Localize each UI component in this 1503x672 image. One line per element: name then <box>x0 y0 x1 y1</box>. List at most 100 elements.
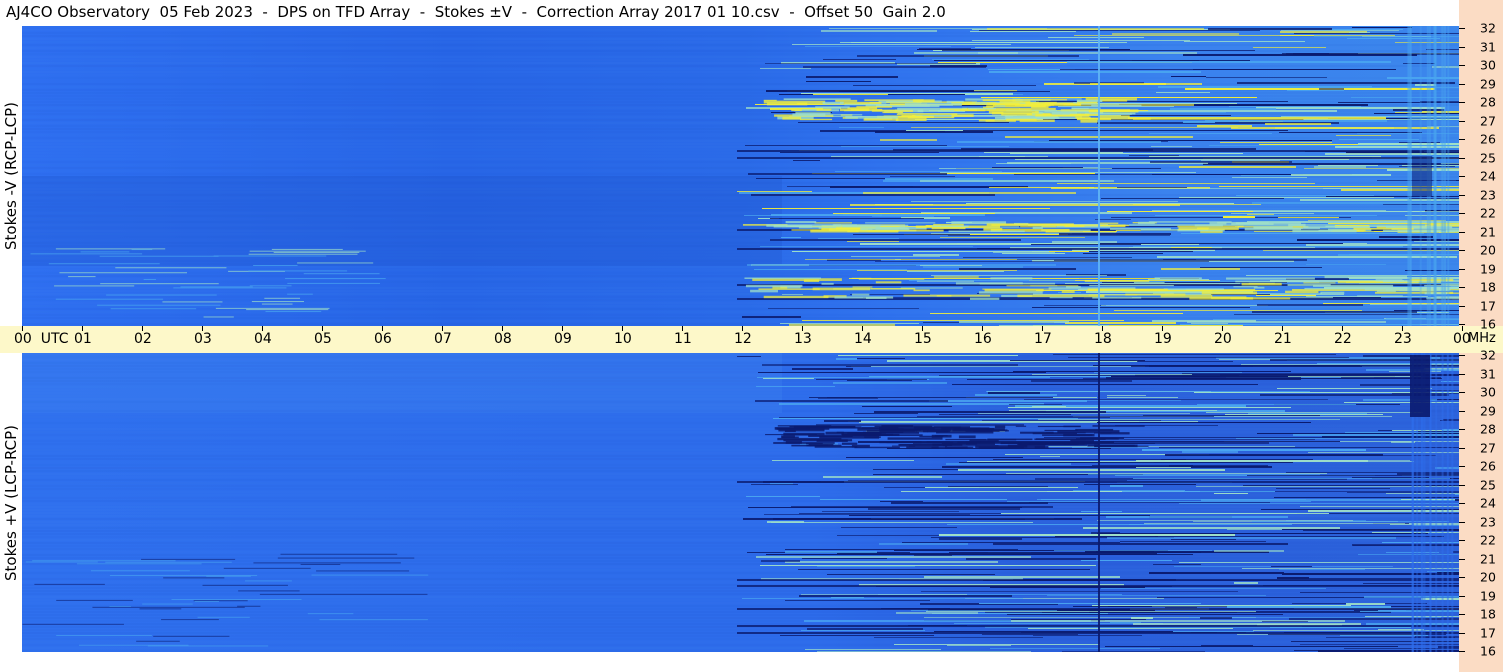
freq-tick-label: 23 <box>1480 187 1496 202</box>
freq-tick-label: 28 <box>1480 421 1496 437</box>
freq-tick-mark <box>1459 392 1465 393</box>
freq-tick-label: 17 <box>1480 625 1496 640</box>
freq-tick-mark <box>1459 231 1465 233</box>
freq-tick-mark <box>1459 324 1465 325</box>
time-tick-label: 07 <box>434 331 452 347</box>
freq-tick-label: 31 <box>1480 39 1496 54</box>
freq-tick-label: 31 <box>1480 366 1496 381</box>
freq-tick-mark <box>1459 540 1465 541</box>
freq-tick-label: 26 <box>1480 131 1496 147</box>
freq-tick-label: 20 <box>1480 569 1496 585</box>
freq-tick-label: 24 <box>1480 168 1496 184</box>
freq-tick-mark <box>1459 157 1465 159</box>
freq-tick-mark <box>1459 410 1465 412</box>
freq-tick-mark <box>1459 305 1465 307</box>
time-tick-label: 02 <box>134 331 152 347</box>
freq-tick-mark <box>1459 194 1465 196</box>
time-tick-label: 08 <box>494 331 512 347</box>
top-ylabel: Stokes -V (RCP-LCP) <box>2 102 20 250</box>
freq-tick-mark <box>1459 46 1465 48</box>
freq-tick-label: 16 <box>1480 316 1496 332</box>
freq-tick-label: 22 <box>1480 532 1496 548</box>
freq-tick-label: 25 <box>1480 477 1496 492</box>
top-ylabel-container: Stokes -V (RCP-LCP) <box>0 26 22 326</box>
time-tick-label: 16 <box>974 331 992 347</box>
bottom-margin <box>0 652 1459 672</box>
freq-tick-label: 18 <box>1480 279 1496 295</box>
freq-tick-mark <box>1459 268 1465 270</box>
time-tick-label: 03 <box>194 331 212 347</box>
freq-tick-mark <box>1459 28 1465 29</box>
title-bar: AJ4CO Observatory 05 Feb 2023 - DPS on T… <box>0 0 1460 26</box>
time-tick-label: 01 <box>74 331 92 347</box>
mhz-unit-label: MHz <box>1468 331 1496 346</box>
spectrogram-texture <box>22 26 1459 326</box>
freq-tick-mark <box>1459 83 1465 85</box>
freq-tick-mark <box>1459 595 1465 597</box>
freq-tick-label: 27 <box>1480 440 1496 455</box>
freq-tick-mark <box>1459 287 1465 288</box>
freq-tick-label: 30 <box>1480 57 1496 73</box>
time-tick-label: 05 <box>314 331 332 347</box>
time-tick-label: 21 <box>1274 331 1292 347</box>
freq-tick-label: 28 <box>1480 94 1496 110</box>
chart-title: AJ4CO Observatory 05 Feb 2023 - DPS on T… <box>6 3 946 21</box>
time-tick-label: 11 <box>674 331 692 347</box>
freq-tick-mark <box>1459 577 1465 578</box>
spectrogram-top <box>22 26 1459 326</box>
freq-tick-mark <box>1459 139 1465 140</box>
freq-tick-mark <box>1459 614 1465 615</box>
spectrogram-bottom <box>22 353 1459 652</box>
time-tick-label: 20 <box>1214 331 1232 347</box>
time-tick-label: 17 <box>1034 331 1052 347</box>
freq-tick-mark <box>1459 651 1465 652</box>
time-tick-label: 22 <box>1334 331 1352 347</box>
freq-tick-mark <box>1459 213 1465 214</box>
freq-tick-label: 32 <box>1480 20 1496 36</box>
freq-tick-label: 23 <box>1480 514 1496 529</box>
bottom-ylabel-container: Stokes +V (LCP-RCP) <box>0 353 22 652</box>
time-tick-label: 23 <box>1394 331 1412 347</box>
freq-tick-mark <box>1459 558 1465 560</box>
freq-tick-label: 19 <box>1480 588 1496 603</box>
time-tick-label: 04 <box>254 331 272 347</box>
time-tick-label: 06 <box>374 331 392 347</box>
freq-tick-label: 17 <box>1480 298 1496 313</box>
freq-tick-label: 26 <box>1480 458 1496 474</box>
freq-tick-mark <box>1459 447 1465 449</box>
freq-tick-mark <box>1459 250 1465 251</box>
time-tick-label: 00 UTC <box>14 331 69 347</box>
freq-tick-label: 30 <box>1480 384 1496 400</box>
freq-axis-bottom: 32 31 30 29 28 27 26 25 24 23 22 21 20 19 18 17 16 <box>1459 348 1503 672</box>
freq-axis-top: 32 31 30 29 28 27 26 25 24 23 22 21 20 19 18 17 16 <box>1459 0 1503 332</box>
freq-tick-label: 22 <box>1480 205 1496 221</box>
freq-tick-mark <box>1459 466 1465 467</box>
freq-tick-mark <box>1459 120 1465 122</box>
time-tick-label: 13 <box>794 331 812 347</box>
freq-tick-mark <box>1459 484 1465 486</box>
freq-tick-mark <box>1459 176 1465 177</box>
spectrogram-svg <box>22 26 1459 326</box>
freq-tick-mark <box>1459 503 1465 504</box>
freq-tick-label: 29 <box>1480 76 1496 91</box>
freq-tick-label: 19 <box>1480 261 1496 276</box>
freq-tick-label: 27 <box>1480 113 1496 128</box>
freq-tick-mark <box>1459 373 1465 375</box>
time-tick-label: 15 <box>914 331 932 347</box>
freq-tick-mark <box>1459 632 1465 634</box>
freq-tick-label: 24 <box>1480 495 1496 511</box>
freq-tick-mark <box>1459 65 1465 66</box>
freq-tick-label: 21 <box>1480 551 1496 566</box>
freq-tick-label: 16 <box>1480 643 1496 659</box>
spectrogram-svg <box>22 353 1459 652</box>
time-axis: 00 UTC 01 02 03 04 05 06 07 08 09 10 11 12 13 14 15 16 17… <box>0 326 1503 353</box>
freq-tick-mark <box>1459 355 1465 356</box>
freq-tick-mark <box>1459 429 1465 430</box>
freq-tick-label: 25 <box>1480 150 1496 165</box>
freq-tick-label: 32 <box>1480 347 1496 363</box>
freq-tick-label: 18 <box>1480 606 1496 622</box>
time-tick-label: 10 <box>614 331 632 347</box>
freq-tick-label: 20 <box>1480 242 1496 258</box>
freq-tick-mark <box>1459 102 1465 103</box>
time-tick-label: 19 <box>1154 331 1172 347</box>
